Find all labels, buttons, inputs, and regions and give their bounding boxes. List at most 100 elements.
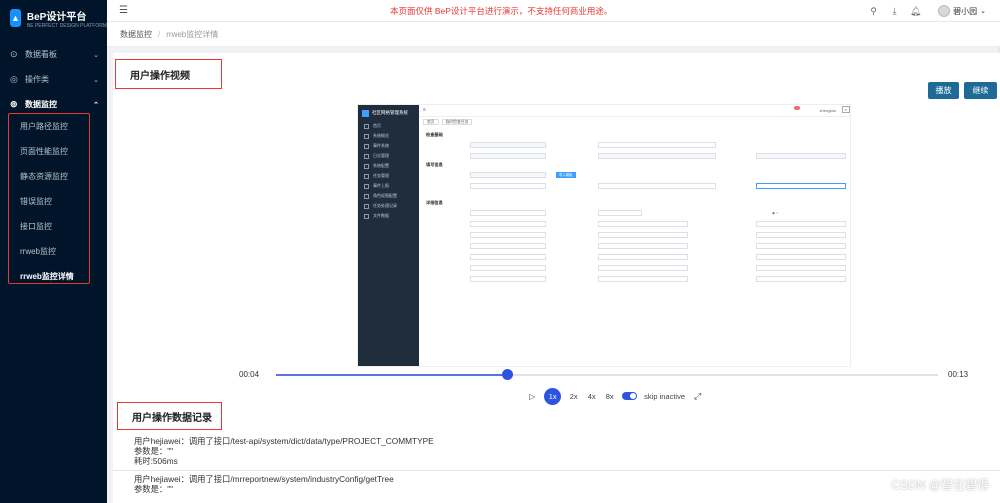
sidebar-item-user-path[interactable]: 用户路径监控 <box>9 114 89 139</box>
user-name: 碧小园 <box>953 6 978 16</box>
replay-field <box>470 152 546 159</box>
list-item: 用户hejiawei：调用了接口/mrreportnew/system/indu… <box>113 471 1000 498</box>
app-title: BeP设计平台 <box>26 11 87 23</box>
replay-field <box>470 242 546 249</box>
breadcrumb: 数据监控 / rrweb监控详情 <box>107 22 1000 47</box>
replay-field <box>756 242 846 249</box>
sidebar-group-operation[interactable]: ◎ 操作类 ⌄ <box>0 67 107 92</box>
replay-field <box>756 275 846 282</box>
replay-tabs: 首页 临时检查任务 <box>419 117 850 127</box>
replay-import-button: 导入模板 <box>556 171 576 178</box>
replay-field <box>598 264 688 271</box>
record-params: 参数是："" <box>134 484 174 494</box>
replay-field <box>470 171 546 178</box>
replay-field <box>598 242 688 249</box>
replay-field <box>756 253 846 260</box>
sidebar-item-rrweb[interactable]: rrweb监控 <box>9 239 89 264</box>
search-icon[interactable]: ⚲ <box>863 6 884 17</box>
play-button[interactable]: 播放 <box>928 82 959 99</box>
replay-fold-icon: ≡ <box>423 107 426 113</box>
record-list: 用户hejiawei：调用了接口/test-api/system/dict/da… <box>113 433 1000 503</box>
replay-field <box>470 182 546 189</box>
chevron-down-icon: ⌄ <box>93 51 99 59</box>
play-icon[interactable]: ▷ <box>529 392 535 401</box>
replay-form: 检查基础 填写信息 导入模板 详细信息 ◉ ○ <box>426 131 846 284</box>
monitor-submenu: 用户路径监控 页面性能监控 静态资源监控 错误监控 接口监控 rrweb监控 r… <box>8 113 90 284</box>
replay-menu-item: 任务管理 <box>358 171 419 181</box>
replay-field <box>470 275 546 282</box>
replay-menu-item: 首页 <box>358 121 419 131</box>
app-subtitle: BE PERFECT DESIGN PLATFORM <box>26 22 107 29</box>
replay-tab: 临时检查任务 <box>441 119 473 125</box>
breadcrumb-parent[interactable]: 数据监控 <box>120 29 152 40</box>
speed-8x-button[interactable]: 8x <box>604 389 615 403</box>
menu-fold-icon[interactable]: ☰ <box>119 5 133 16</box>
record-section-title: 用户操作数据记录 <box>117 402 222 430</box>
sidebar-item-api[interactable]: 接口监控 <box>9 214 89 239</box>
speed-4x-button[interactable]: 4x <box>586 389 597 403</box>
resume-button[interactable]: 继续 <box>964 82 997 99</box>
video-section-title: 用户操作视频 <box>115 59 222 89</box>
watermark: CSDN @智在碧得 <box>891 478 989 492</box>
avatar <box>938 5 951 17</box>
speed-2x-button[interactable]: 2x <box>568 389 579 403</box>
replay-field <box>470 253 546 260</box>
operation-icon: ◎ <box>10 74 18 84</box>
sidebar-item-errors[interactable]: 错误监控 <box>9 189 89 214</box>
sidebar: ▲ BeP设计平台 BE PERFECT DESIGN PLATFORM ⊙ 数… <box>0 0 107 503</box>
skip-inactive-toggle[interactable] <box>622 392 638 400</box>
dashboard-icon: ⊙ <box>10 49 18 59</box>
sidebar-group-dashboard[interactable]: ⊙ 数据看板 ⌄ <box>0 42 107 67</box>
replay-menu-item: 任务处理记录 <box>358 201 419 211</box>
record-action: 用户hejiawei：调用了接口/mrreportnew/system/indu… <box>134 474 394 484</box>
sidebar-item-page-performance[interactable]: 页面性能监控 <box>9 139 89 164</box>
replay-field <box>470 141 546 148</box>
progress-handle[interactable] <box>502 369 514 380</box>
replay-header: ≡ zhengtao × <box>419 105 850 117</box>
replay-field <box>598 253 688 260</box>
logo-icon: ▲ <box>10 9 21 27</box>
progress-track[interactable] <box>276 374 938 376</box>
replay-menu-item: 事件上报 <box>358 181 419 191</box>
replay-sidebar: 社区网格管理系统 首页 系统概览 事件系统 日志管理 系统配置 任务管理 事件上… <box>358 105 419 366</box>
replay-field <box>598 209 642 216</box>
replay-section-title: 详细信息 <box>426 200 443 205</box>
total-time: 00:13 <box>948 370 969 379</box>
breadcrumb-separator: / <box>158 29 161 39</box>
replay-field <box>756 264 846 271</box>
replay-field <box>756 152 846 159</box>
fullscreen-icon[interactable]: ⤢ <box>694 391 701 402</box>
replay-app-name: 社区网格管理系统 <box>372 110 408 115</box>
replay-menu-item: 系统概览 <box>358 131 419 141</box>
replay-menu-item: 文件数据 <box>358 211 419 221</box>
replay-tab: 首页 <box>423 119 439 125</box>
monitor-icon: ⊚ <box>10 99 18 109</box>
sidebar-group-label: 数据监控 <box>25 100 57 109</box>
top-header: ☰ 本页面仅供 BeP设计平台进行演示，不支持任何商业用途。 ⚲ ⤓ 🔔︎ 碧小… <box>107 0 1000 22</box>
replay-menu-item: 日志管理 <box>358 151 419 161</box>
replay-radio: ◉ ○ <box>772 210 779 215</box>
replay-field <box>598 231 688 238</box>
bell-icon[interactable]: 🔔︎ <box>905 6 926 17</box>
sidebar-item-static-resources[interactable]: 静态资源监控 <box>9 164 89 189</box>
replay-field <box>598 182 716 189</box>
speed-1x-button[interactable]: 1x <box>544 387 562 405</box>
download-icon[interactable]: ⤓ <box>884 6 905 17</box>
replay-field <box>598 152 716 159</box>
replay-menu-item: 事件系统 <box>358 141 419 151</box>
sidebar-group-label: 数据看板 <box>25 50 57 59</box>
replay-menu-item: 角色权限配置 <box>358 191 419 201</box>
app-logo[interactable]: ▲ BeP设计平台 BE PERFECT DESIGN PLATFORM <box>0 0 107 36</box>
user-menu[interactable]: 碧小园 ⌄ <box>938 5 986 17</box>
replay-menu-item: 系统配置 <box>358 161 419 171</box>
sidebar-item-rrweb-detail[interactable]: rrweb监控详情 <box>9 264 89 289</box>
replay-video[interactable]: 社区网格管理系统 首页 系统概览 事件系统 日志管理 系统配置 任务管理 事件上… <box>357 104 851 367</box>
list-item: 用户hejiawei：调用了接口/test-api/system/dict/da… <box>113 433 1000 471</box>
replay-user: zhengtao <box>819 108 836 113</box>
breadcrumb-current: rrweb监控详情 <box>166 29 219 39</box>
replay-field <box>756 220 846 227</box>
replay-field <box>598 220 688 227</box>
sidebar-group-label: 操作类 <box>25 75 49 84</box>
replay-field-focused <box>756 182 846 189</box>
replay-field <box>470 231 546 238</box>
